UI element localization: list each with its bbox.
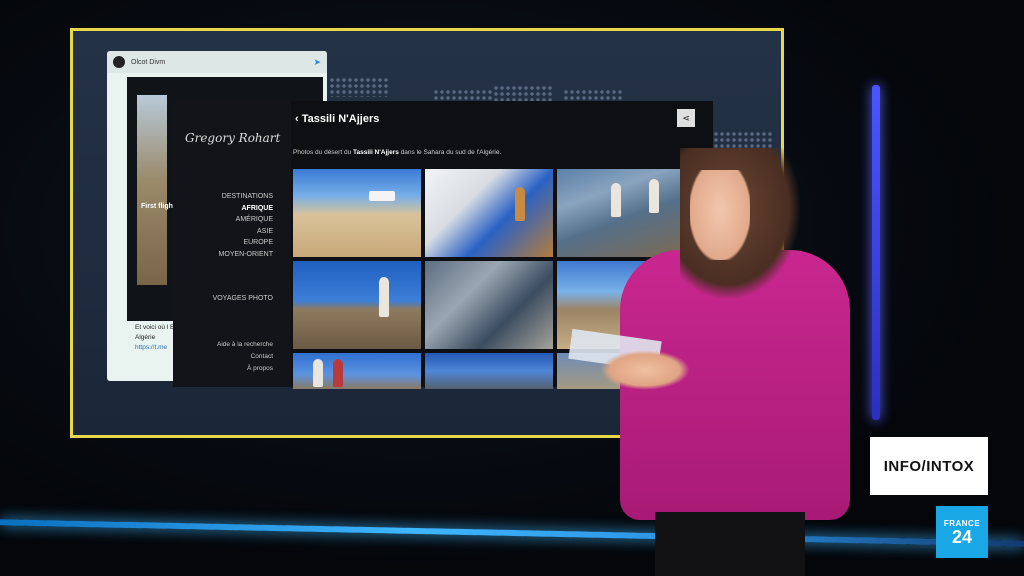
tweet-photo [137,95,167,285]
channel-logo: FRANCE 24 [936,506,988,558]
tweet-text: Et voici où l En Algérie [135,324,178,341]
site-nav: DESTINATIONS AFRIQUE AMÉRIQUE ASIE EUROP… [219,191,273,260]
site-footer-links: Aide à la recherche Contact À propos [217,339,273,375]
tweet-headline: First fligh [141,203,173,210]
presenter-face [690,170,750,260]
nav-item-destinations[interactable]: DESTINATIONS [219,191,273,203]
nav-item-europe[interactable]: EUROPE [219,237,273,249]
share-icon[interactable]: ⋖ [677,109,695,127]
photo-thumbnail[interactable] [293,169,421,257]
photo-thumbnail[interactable] [425,261,553,349]
description-suffix: dans le Sahara du sud de l'Algérie. [398,149,502,156]
channel-logo-bottom: 24 [951,526,973,547]
show-logo: INFO/INTOX [870,437,988,495]
photo-thumbnail[interactable] [425,169,553,257]
nav-item-amerique[interactable]: AMÉRIQUE [219,214,273,226]
footer-link-a-propos[interactable]: À propos [217,363,273,375]
avatar [113,56,125,68]
nav-item-asie[interactable]: ASIE [219,226,273,238]
hex-pattern [329,77,389,97]
vehicle [369,191,395,201]
presenter-hands [600,350,690,390]
page-title-text: Tassili N'Ajjers [301,113,380,125]
nav-item-moyen-orient[interactable]: MOYEN-ORIENT [219,249,273,261]
side-light-bar [872,85,880,420]
footer-link-aide[interactable]: Aide à la recherche [217,339,273,351]
page-title: ‹ Tassili N'Ajjers [295,113,379,125]
description-bold: Tassili N'Ajjers [353,149,399,156]
nav-item-voyages-photo[interactable]: VOYAGES PHOTO [213,295,273,302]
person-figure [333,359,343,387]
back-chevron-icon[interactable]: ‹ [295,113,302,125]
person-figure [515,187,525,221]
tweet-link[interactable]: https://t.me [135,344,167,351]
footer-link-contact[interactable]: Contact [217,351,273,363]
tweet-header: Olcot Divm ➤ [107,51,327,73]
tweet-author: Olcot Divm [131,58,166,66]
person-figure [379,277,389,317]
nav-item-afrique[interactable]: AFRIQUE [219,203,274,215]
site-logo[interactable]: Gregory Rohart [185,131,280,145]
description-prefix: Photos du désert du [293,149,353,156]
page-description: Photos du désert du Tassili N'Ajjers dan… [293,149,501,156]
photo-thumbnail[interactable] [293,353,421,389]
person-figure [313,359,323,387]
presenter [568,140,870,576]
send-icon: ➤ [313,56,321,67]
site-sidebar: Gregory Rohart DESTINATIONS AFRIQUE AMÉR… [173,101,291,387]
photo-thumbnail[interactable] [425,353,553,389]
photo-thumbnail[interactable] [293,261,421,349]
presenter-legs [655,512,805,576]
